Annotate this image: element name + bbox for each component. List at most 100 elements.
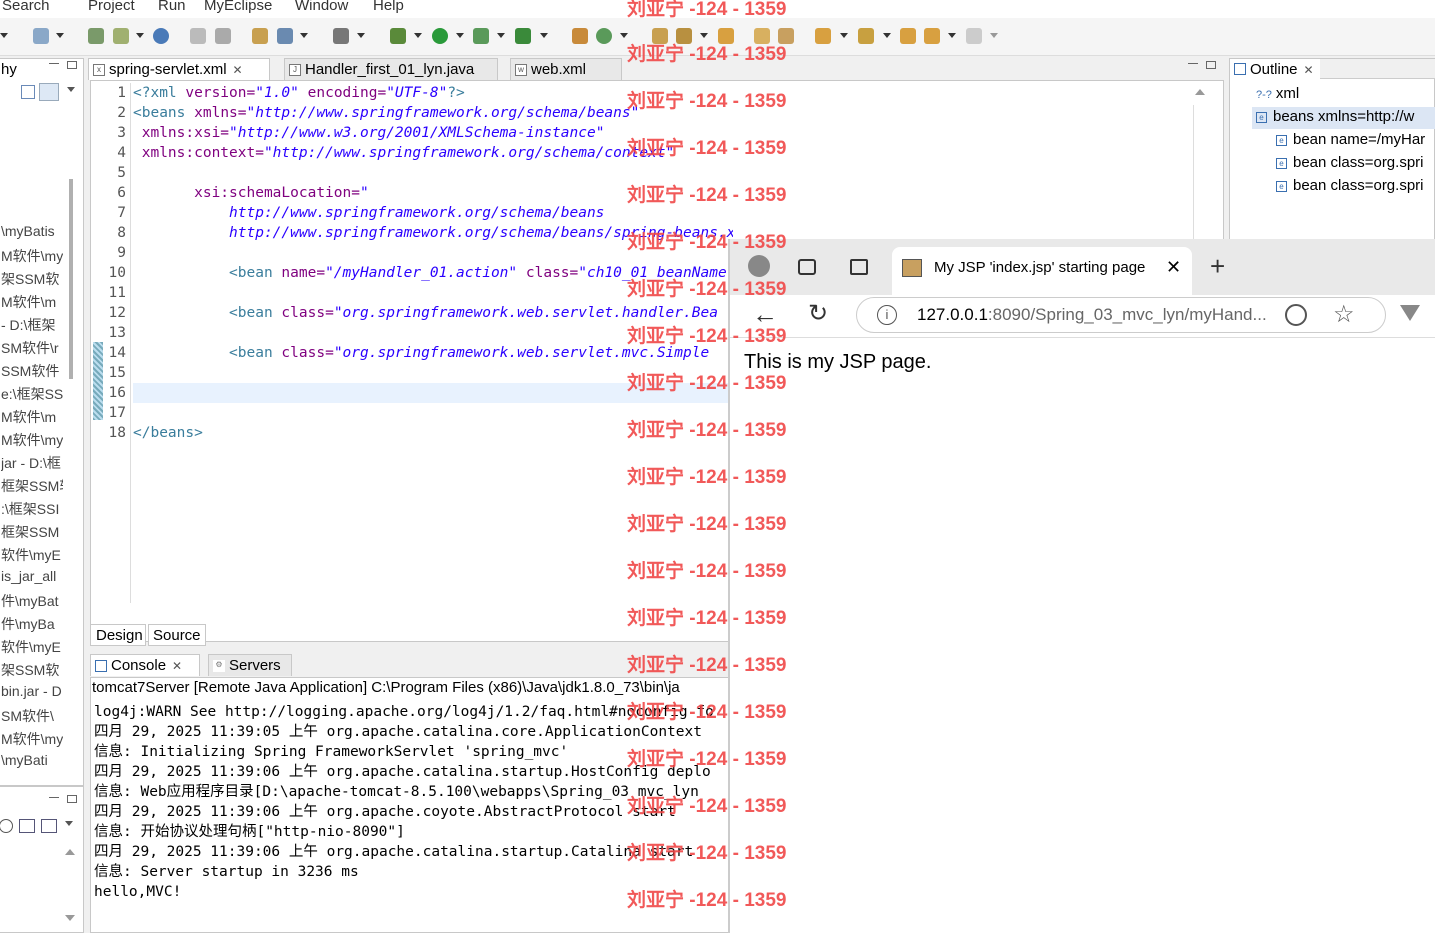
- url-text[interactable]: 127.0.0.1:8090/Spring_03_mvc_lyn/myHand.…: [917, 305, 1267, 325]
- browser-tab[interactable]: My JSP 'index.jsp' starting page ✕: [892, 247, 1192, 295]
- workspaces-icon[interactable]: [798, 259, 816, 275]
- prev-annotation-icon[interactable]: [858, 28, 874, 44]
- new-icon[interactable]: [252, 28, 268, 44]
- dropdown-arrow-icon[interactable]: [136, 33, 144, 38]
- menu-run[interactable]: Run: [158, 0, 186, 14]
- extension-icon[interactable]: [1400, 305, 1420, 321]
- next-annotation-icon[interactable]: [815, 28, 831, 44]
- list-item[interactable]: - D:\框架: [1, 315, 63, 338]
- tab-console[interactable]: Console ✕: [90, 654, 200, 676]
- search-tool-icon[interactable]: [33, 28, 49, 44]
- list-item[interactable]: 件\myBat: [1, 591, 63, 614]
- camera-icon[interactable]: [333, 28, 349, 44]
- list-item[interactable]: M软件\my: [1, 729, 63, 752]
- list-item[interactable]: :\框架SSI: [1, 499, 63, 522]
- dropdown-arrow-icon[interactable]: [990, 33, 998, 38]
- globe-icon[interactable]: [153, 28, 169, 44]
- run-config-icon[interactable]: [473, 28, 489, 44]
- menu-search[interactable]: Search: [2, 0, 50, 14]
- minimize-icon[interactable]: [49, 63, 59, 65]
- scrollbar[interactable]: [69, 179, 73, 379]
- read-aloud-icon[interactable]: [1285, 304, 1307, 326]
- view-menu-icon[interactable]: [65, 821, 73, 826]
- dropdown-arrow-icon[interactable]: [300, 33, 308, 38]
- list-item[interactable]: 软件\myE: [1, 637, 63, 660]
- list-item[interactable]: bin.jar - D: [1, 683, 63, 706]
- maximize-icon[interactable]: [67, 61, 77, 69]
- dropdown-arrow-icon[interactable]: [948, 33, 956, 38]
- list-item[interactable]: 架SSM软: [1, 269, 63, 292]
- list-item[interactable]: is_jar_all: [1, 568, 63, 591]
- dropdown-arrow-icon[interactable]: [0, 33, 8, 38]
- minimize-icon[interactable]: [49, 797, 59, 799]
- outline-item-bean[interactable]: e bean class=org.spri: [1276, 154, 1424, 171]
- dropdown-arrow-icon[interactable]: [883, 33, 891, 38]
- list-item[interactable]: 架SSM软: [1, 660, 63, 683]
- outline-item-bean[interactable]: e bean class=org.spri: [1276, 177, 1424, 194]
- link-editor-icon[interactable]: [39, 83, 59, 101]
- list-item[interactable]: M软件\my: [1, 246, 63, 269]
- list-item[interactable]: e:\框架SS: [1, 384, 63, 407]
- new-tab-icon[interactable]: +: [1210, 251, 1225, 282]
- tool-icon[interactable]: [190, 28, 206, 44]
- tab-source[interactable]: Source: [148, 624, 206, 646]
- menu-myeclipse[interactable]: MyEclipse: [204, 0, 272, 14]
- list-item[interactable]: \myBatis: [1, 223, 63, 246]
- list-item[interactable]: SM软件\: [1, 706, 63, 729]
- scroll-up-icon[interactable]: [65, 849, 75, 855]
- list-item[interactable]: jar - D:\框: [1, 453, 63, 476]
- list-item[interactable]: 框架SSM: [1, 522, 63, 545]
- deploy-icon[interactable]: [88, 28, 104, 44]
- list-item[interactable]: M软件\m: [1, 292, 63, 315]
- back-icon[interactable]: [924, 28, 940, 44]
- close-icon[interactable]: ✕: [172, 659, 182, 673]
- tab-design[interactable]: Design: [90, 624, 146, 646]
- forward-icon[interactable]: [966, 28, 982, 44]
- list-item[interactable]: SSM软件: [1, 361, 63, 384]
- debug-icon[interactable]: [390, 28, 406, 44]
- outline-item-xml[interactable]: ?-? xml: [1256, 85, 1299, 102]
- list-item[interactable]: M软件\my: [1, 430, 63, 453]
- web-icon[interactable]: [277, 28, 293, 44]
- new-class-icon[interactable]: [596, 28, 612, 44]
- list-item[interactable]: 件\myBa: [1, 614, 63, 637]
- tab-outline[interactable]: Outline ✕: [1234, 61, 1314, 78]
- dropdown-arrow-icon[interactable]: [620, 33, 628, 38]
- run-icon[interactable]: [432, 28, 448, 44]
- dropdown-arrow-icon[interactable]: [56, 33, 64, 38]
- scroll-up-icon[interactable]: [1195, 89, 1205, 95]
- server-icon[interactable]: [113, 28, 129, 44]
- list-item[interactable]: \myBati: [1, 752, 63, 775]
- maximize-icon[interactable]: [67, 795, 77, 803]
- package-icon[interactable]: [572, 28, 588, 44]
- scroll-down-icon[interactable]: [65, 915, 75, 921]
- minimize-icon[interactable]: [1188, 63, 1198, 65]
- list-item[interactable]: M软件\m: [1, 407, 63, 430]
- dropdown-arrow-icon[interactable]: [357, 33, 365, 38]
- tab-spring-servlet-xml[interactable]: x spring-servlet.xml ✕: [88, 58, 270, 80]
- close-icon[interactable]: ✕: [233, 63, 243, 77]
- zoom-icon[interactable]: [0, 819, 13, 833]
- maximize-icon[interactable]: [1206, 61, 1216, 69]
- dropdown-arrow-icon[interactable]: [497, 33, 505, 38]
- close-icon[interactable]: ✕: [1304, 63, 1314, 77]
- dropdown-arrow-icon[interactable]: [414, 33, 422, 38]
- collapse-all-icon[interactable]: [21, 85, 35, 99]
- tab-actions-icon[interactable]: [850, 259, 868, 275]
- menu-window[interactable]: Window: [295, 0, 348, 14]
- address-bar[interactable]: i 127.0.0.1:8090/Spring_03_mvc_lyn/myHan…: [856, 297, 1386, 333]
- zoom-100-icon[interactable]: [19, 819, 35, 833]
- menu-project[interactable]: Project: [88, 0, 135, 14]
- outline-item-bean[interactable]: e bean name=/myHar: [1276, 131, 1425, 148]
- site-info-icon[interactable]: i: [877, 305, 897, 325]
- tab-web-xml[interactable]: w web.xml: [510, 58, 622, 80]
- dropdown-arrow-icon[interactable]: [700, 33, 708, 38]
- fit-icon[interactable]: [41, 819, 57, 833]
- dropdown-arrow-icon[interactable]: [456, 33, 464, 38]
- list-item[interactable]: 软件\myE: [1, 545, 63, 568]
- tab-servers[interactable]: ⚙ Servers: [208, 654, 292, 676]
- list-item[interactable]: 框架SSM软: [1, 476, 63, 499]
- dropdown-arrow-icon[interactable]: [840, 33, 848, 38]
- view-menu-icon[interactable]: [67, 87, 75, 92]
- favorite-star-icon[interactable]: ☆: [1333, 300, 1355, 329]
